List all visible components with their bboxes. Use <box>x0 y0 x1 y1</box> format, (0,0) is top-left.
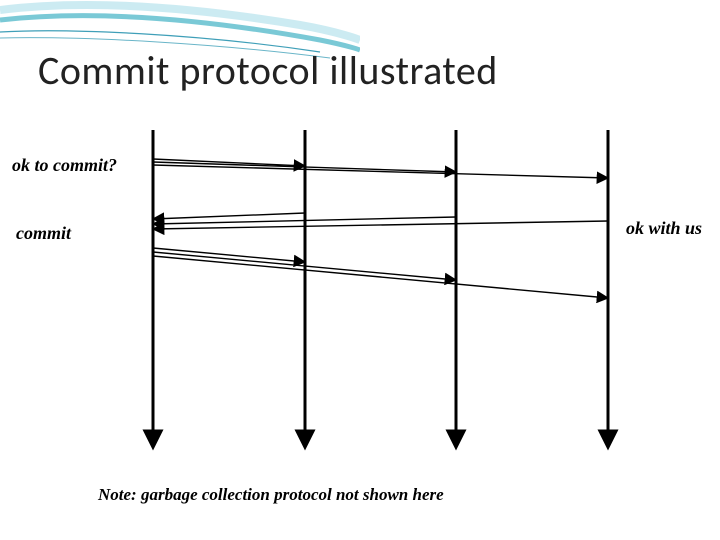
msg-commit-1-3 <box>153 252 456 280</box>
msg-commit-1-2 <box>153 248 305 262</box>
msg-vote-4-1 <box>153 221 608 229</box>
msg-prepare-1-4 <box>153 165 608 178</box>
slide-title: Commit protocol illustrated <box>38 46 498 95</box>
msg-prepare-1-3 <box>153 162 456 172</box>
msg-commit-1-4 <box>153 256 608 298</box>
msg-prepare-1-2 <box>153 159 305 166</box>
msg-vote-2-1 <box>153 213 305 219</box>
label-commit: commit <box>16 223 71 244</box>
label-ok-with-us: ok with us <box>626 218 702 239</box>
slide: { "title": "Commit protocol illustrated"… <box>0 0 720 540</box>
footnote: Note: garbage collection protocol not sh… <box>98 485 444 505</box>
msg-vote-3-1 <box>153 217 456 224</box>
label-ok-to-commit: ok to commit? <box>12 155 117 176</box>
